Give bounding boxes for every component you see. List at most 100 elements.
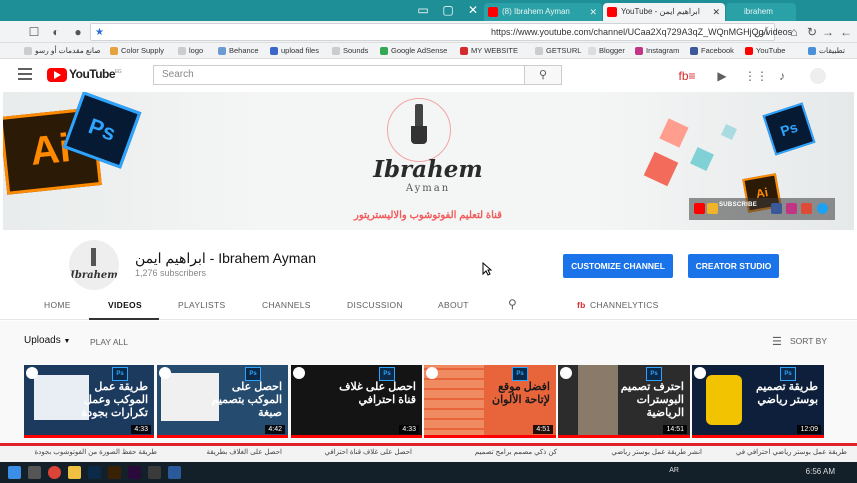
- file-explorer-icon[interactable]: [68, 466, 81, 479]
- tab-playlists[interactable]: PLAYLISTS: [178, 300, 225, 310]
- facebook-icon[interactable]: [771, 203, 782, 214]
- channelytics-icon[interactable]: fb≡: [674, 68, 700, 84]
- behance-icon: [218, 47, 226, 55]
- video-title-strip-item[interactable]: انشر طريقة عمل بوستر رياضي: [611, 448, 702, 456]
- channel-search-icon[interactable]: ⚲: [508, 297, 517, 311]
- minimize-icon[interactable]: ▭: [415, 2, 431, 18]
- browser-tab-1[interactable]: (8) Ibrahem Ayman ✕: [484, 3, 602, 21]
- caret-down-icon: ▼: [63, 338, 71, 345]
- tab-videos[interactable]: VIDEOS: [108, 300, 142, 310]
- windows-start-icon[interactable]: [8, 466, 21, 479]
- google-plus-icon[interactable]: [801, 203, 812, 214]
- search-input[interactable]: Search: [153, 65, 525, 85]
- tab-title: YouTube - ابراهيم ايمن: [621, 7, 700, 16]
- close-tab-icon[interactable]: ✕: [589, 3, 597, 21]
- youtube-wordmark[interactable]: YouTubeEG: [69, 67, 122, 81]
- bookmark-adsense[interactable]: Google AdSense: [380, 44, 447, 58]
- cast-icon[interactable]: ◐: [48, 24, 64, 40]
- video-thumbnail-6[interactable]: Ps طريقة تصميم بوستر رياضي 12:09: [692, 365, 824, 438]
- close-tab-icon[interactable]: ✕: [712, 3, 720, 21]
- channel-watermark: [560, 367, 572, 379]
- browser-tab-3[interactable]: ibrahem: [726, 3, 796, 21]
- tab-about[interactable]: ABOUT: [438, 300, 469, 310]
- video-thumbnail-3[interactable]: Ps احصل على غلاف قناة احترافي 4:33: [291, 365, 422, 438]
- bookmark-youtube[interactable]: YouTube: [745, 44, 785, 58]
- close-window-icon[interactable]: ✕: [465, 2, 481, 18]
- bookmark-instagram[interactable]: Instagram: [635, 44, 679, 58]
- watched-progress: [424, 435, 556, 438]
- taskbar-app-icon[interactable]: [168, 466, 181, 479]
- bookmark-logo[interactable]: logo: [178, 44, 203, 58]
- channel-avatar[interactable]: Ibrahem: [69, 240, 119, 290]
- bookmark-my-website[interactable]: MY WEBSITE: [460, 44, 518, 58]
- apps-grid-icon[interactable]: ⋮⋮: [744, 68, 768, 84]
- video-title-strip-item[interactable]: طريقة عمل بوستر رياضي احترافي في: [736, 448, 847, 456]
- blogger-icon: [588, 47, 596, 55]
- system-clock[interactable]: 6:56 AM: [806, 467, 835, 476]
- browser-tab-2[interactable]: YouTube - ابراهيم ايمن ✕: [603, 3, 725, 21]
- video-title-strip-item[interactable]: طريقة حفظ الصورة من الفوتوشوب بجودة: [34, 448, 157, 456]
- youtube-logo-icon[interactable]: [47, 68, 67, 82]
- tab-channelytics[interactable]: CHANNELYTICS: [590, 300, 659, 310]
- video-thumbnail-2[interactable]: Ps احصل على الموكب بتصميم صبغة 4:42: [157, 365, 288, 438]
- avatar-text: Ibrahem: [70, 270, 118, 281]
- bookmark-getsurl[interactable]: GETSURL: [535, 44, 581, 58]
- youtube-icon: [745, 47, 753, 55]
- sort-icon[interactable]: ☰: [772, 335, 782, 348]
- notifications-bell-icon[interactable]: ♪: [774, 68, 790, 84]
- adsense-icon: [380, 47, 388, 55]
- hamburger-menu-icon[interactable]: [18, 68, 32, 80]
- uploads-dropdown[interactable]: Uploads ▼: [24, 335, 70, 346]
- bookmark-sounds[interactable]: Sounds: [332, 44, 368, 58]
- upload-video-icon[interactable]: ▶: [714, 68, 730, 84]
- sort-by-button[interactable]: SORT BY: [790, 336, 827, 346]
- bookmark-behance[interactable]: Behance: [218, 44, 259, 58]
- search-icon[interactable]: [28, 466, 41, 479]
- photoshop-app-icon[interactable]: [88, 466, 101, 479]
- bookmark-facebook[interactable]: Facebook: [690, 44, 734, 58]
- bookmark-intro-maker[interactable]: صانع مقدمات أو رسو: [24, 44, 101, 58]
- recorder-app-icon[interactable]: [148, 466, 161, 479]
- account-avatar[interactable]: [810, 68, 826, 84]
- video-thumbnail-5[interactable]: Ps احترف تصميم البوسترات الرياضية 14:51: [558, 365, 690, 438]
- chrome-icon[interactable]: [48, 466, 61, 479]
- channel-watermark: [159, 367, 171, 379]
- bookmark-color-supply[interactable]: Color Supply: [110, 44, 164, 58]
- bell-icon[interactable]: [707, 203, 718, 214]
- premiere-app-icon[interactable]: [128, 466, 141, 479]
- bookmark-apps[interactable]: تطبيقات: [808, 44, 845, 58]
- creator-studio-button[interactable]: CREATOR STUDIO: [688, 254, 779, 278]
- bookmark-upload-files[interactable]: upload files: [270, 44, 319, 58]
- extension-icon[interactable]: ☐: [26, 24, 42, 40]
- instagram-icon[interactable]: [786, 203, 797, 214]
- video-title-strip-item[interactable]: احصل على غلاف قناة احترافي: [325, 448, 412, 456]
- play-all-button[interactable]: PLAY ALL: [90, 337, 128, 347]
- video-thumbnail-4[interactable]: Ps افضل موقع لإتاحة الألوان 4:51: [424, 365, 556, 438]
- maximize-icon[interactable]: ▢: [440, 2, 456, 18]
- channelytics-icon[interactable]: fb: [577, 300, 586, 310]
- forward-icon[interactable]: →: [820, 24, 836, 40]
- tab-channels[interactable]: CHANNELS: [262, 300, 311, 310]
- twitter-icon[interactable]: [817, 203, 828, 214]
- home-icon[interactable]: ⌂: [786, 24, 802, 40]
- reload-icon[interactable]: ↻: [804, 24, 820, 40]
- subscribe-label: SUBSCRIBE: [719, 202, 758, 208]
- youtube-icon[interactable]: [694, 203, 705, 214]
- tab-home[interactable]: HOME: [44, 300, 71, 310]
- video-thumbnail-1[interactable]: Ps طريقة عمل الموكب وعمل تكرارات بجودة 4…: [24, 365, 154, 438]
- thumb-title: طريقة تصميم بوستر رياضي: [755, 381, 818, 406]
- back-icon[interactable]: ←: [838, 24, 854, 40]
- language-indicator[interactable]: AR: [669, 467, 679, 474]
- video-title-strip-item[interactable]: كن ذكي مصمم برامج تصميم: [475, 448, 557, 456]
- tab-discussion[interactable]: DISCUSSION: [347, 300, 403, 310]
- video-duration: 4:33: [131, 425, 151, 434]
- profile-icon[interactable]: ●: [70, 24, 86, 40]
- video-title-strip-item[interactable]: احصل على الغلاف بطريقة: [207, 448, 283, 456]
- illustrator-app-icon[interactable]: [108, 466, 121, 479]
- search-button[interactable]: ⚲: [524, 65, 562, 85]
- bookmark-blogger[interactable]: Blogger: [588, 44, 625, 58]
- url-field[interactable]: ★ https://www.youtube.com/channel/UCaa2X…: [90, 23, 792, 41]
- secure-label: آمن: [753, 27, 768, 37]
- bookmark-star-icon[interactable]: ★: [95, 24, 104, 41]
- customize-channel-button[interactable]: CUSTOMIZE CHANNEL: [563, 254, 673, 278]
